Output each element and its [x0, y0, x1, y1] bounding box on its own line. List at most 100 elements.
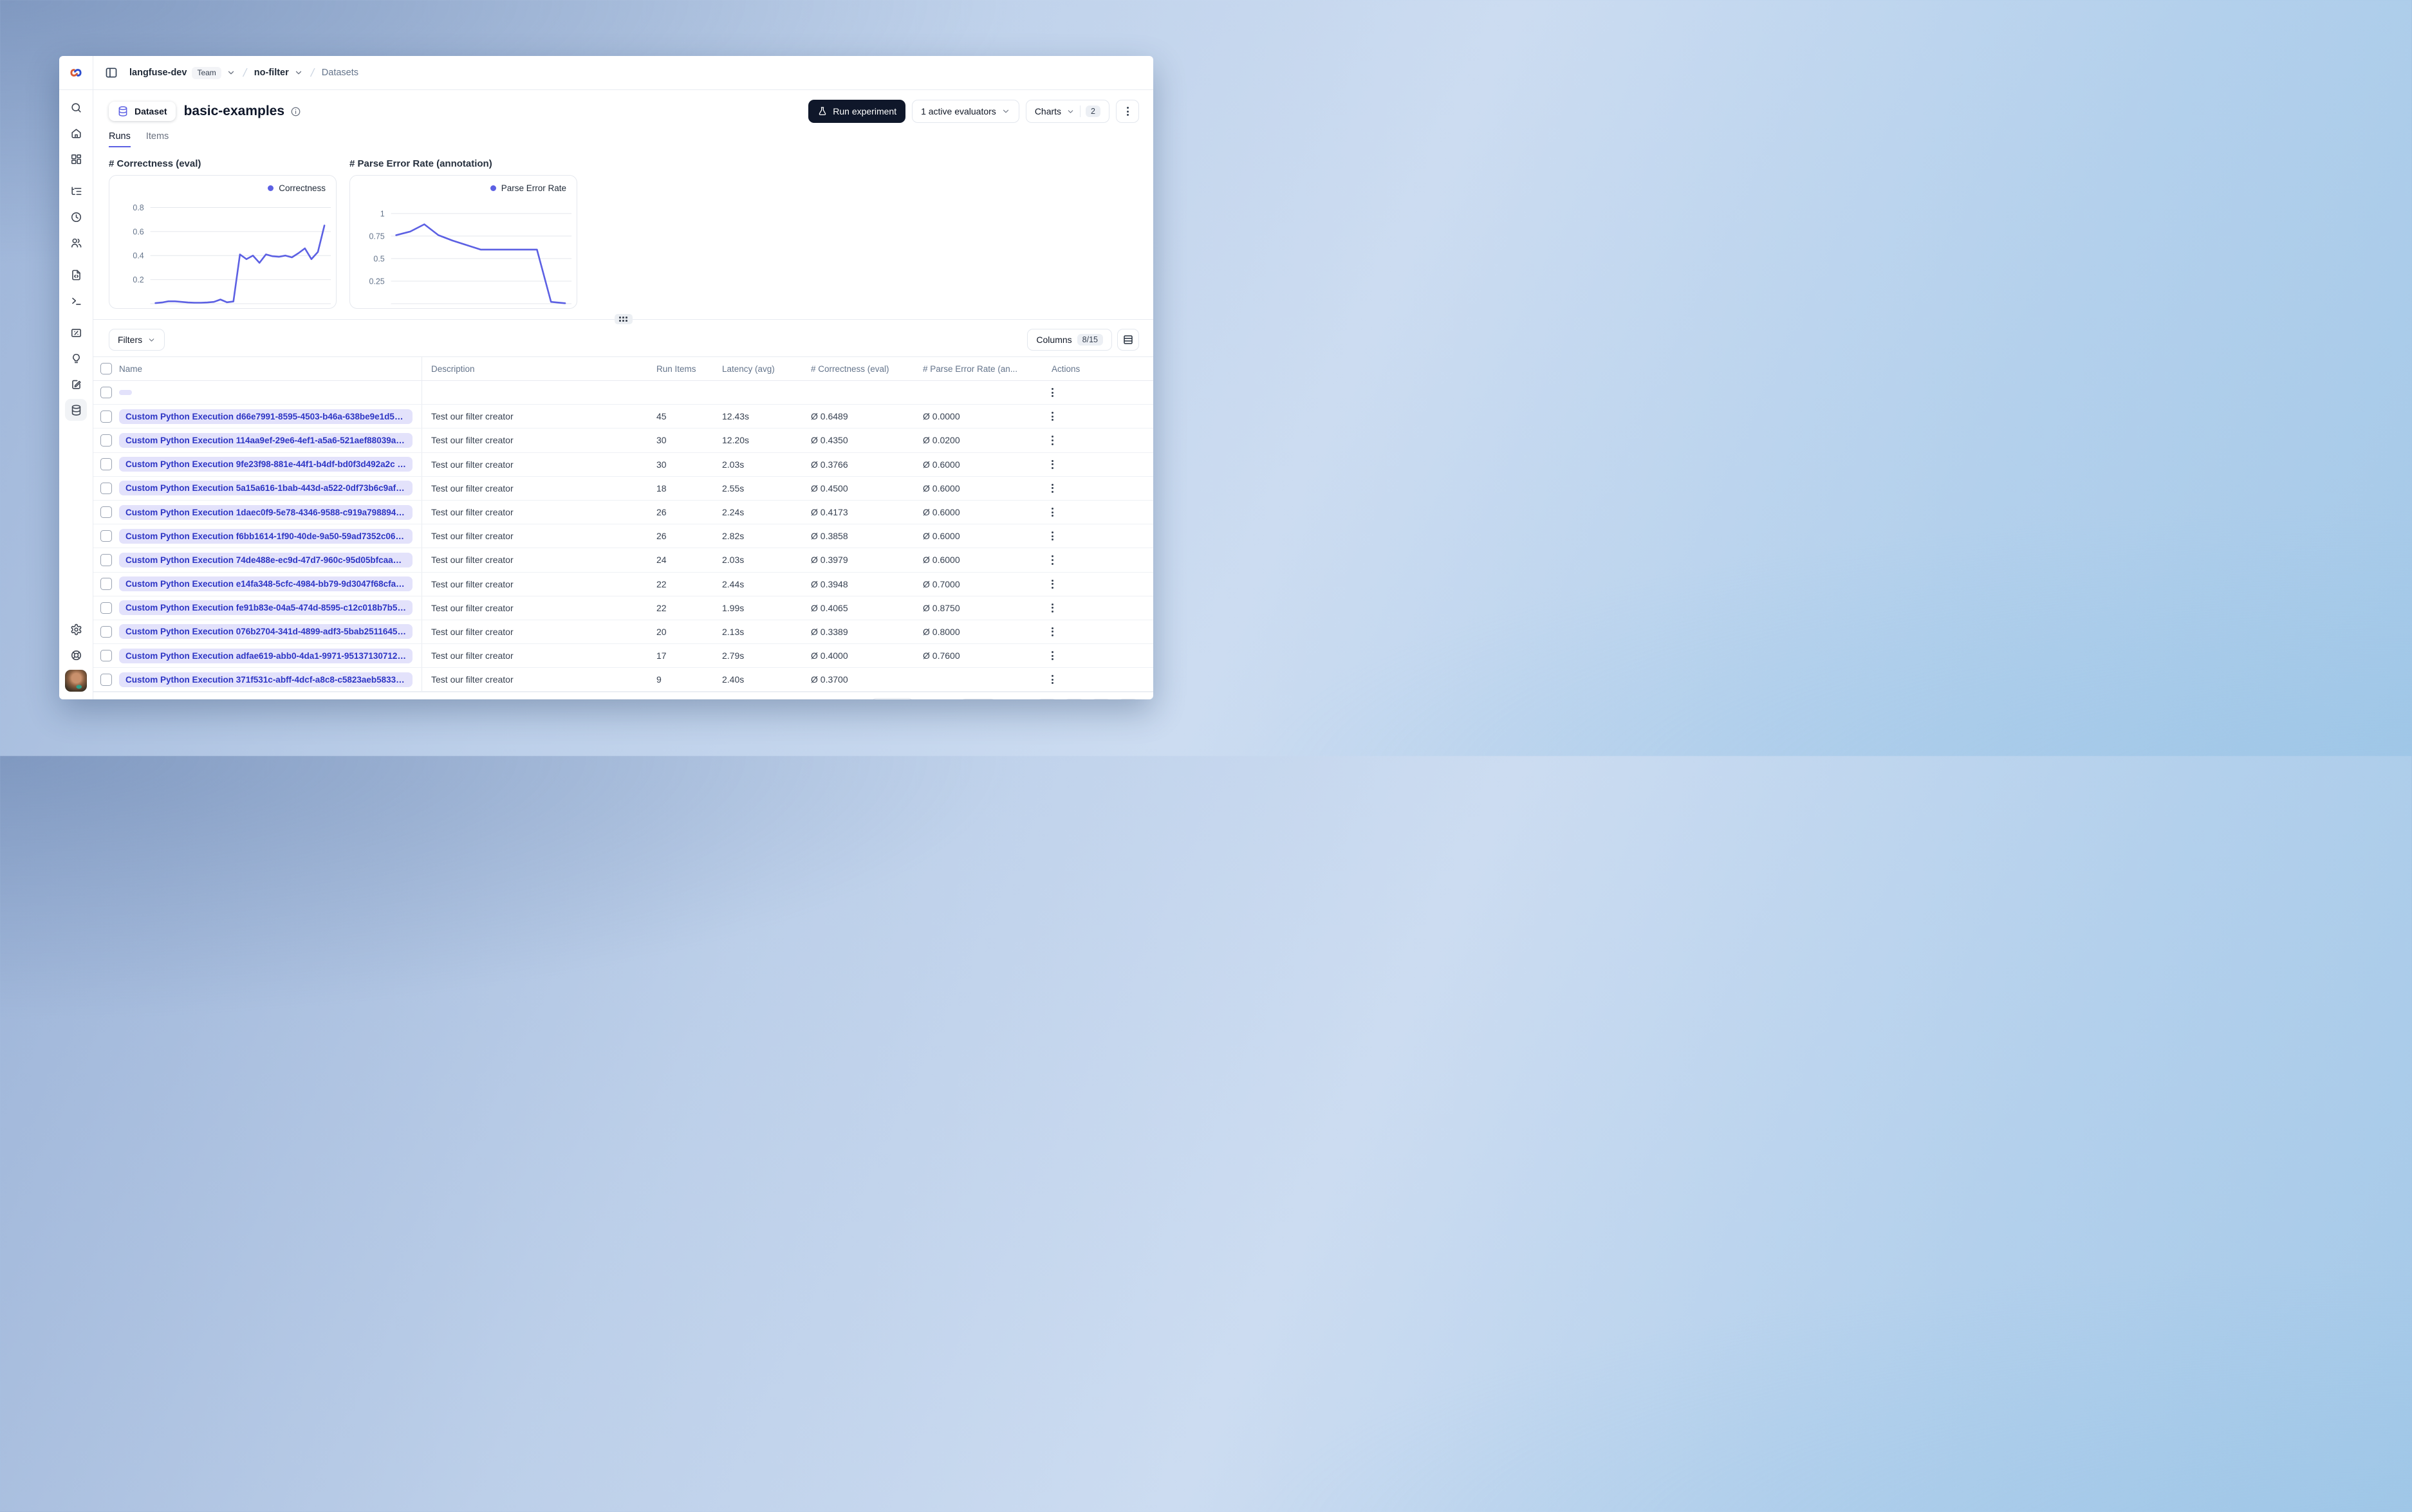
- datasets-database-icon[interactable]: [65, 399, 87, 421]
- row-checkbox[interactable]: [100, 625, 113, 638]
- row-actions-kebab-icon[interactable]: [1052, 483, 1053, 493]
- run-name-link[interactable]: Custom Python Execution d66e7991-8595-45…: [119, 409, 413, 424]
- row-actions-kebab-icon[interactable]: [1052, 651, 1053, 661]
- run-name-link[interactable]: Custom Python Execution 114aa9ef-29e6-4e…: [119, 432, 413, 448]
- page-title: basic-examples: [183, 104, 285, 118]
- parse-error-chart-block: # Parse Error Rate (annotation) 0.25 0.5 0…: [349, 158, 577, 309]
- active-evaluators-button[interactable]: 1 active evaluators: [912, 100, 1019, 123]
- support-lifebuoy-icon[interactable]: [65, 644, 87, 666]
- column-header-run-items[interactable]: Run Items: [654, 364, 720, 374]
- user-avatar[interactable]: [65, 670, 87, 692]
- annotation-icon[interactable]: [65, 373, 87, 395]
- dashboard-icon[interactable]: [65, 148, 87, 170]
- row-checkbox[interactable]: [100, 386, 113, 399]
- info-icon[interactable]: [290, 106, 301, 117]
- parse-error-value: Ø 0.8750: [923, 602, 960, 613]
- run-name-link[interactable]: Custom Python Execution 1daec0f9-5e78-43…: [119, 504, 413, 520]
- row-actions-kebab-icon[interactable]: [1052, 603, 1053, 613]
- run-description: Test our filter creator: [431, 459, 514, 470]
- table-toolbar: Filters Columns 8/15: [93, 324, 1153, 356]
- run-name-link[interactable]: Custom Python Execution fe91b83e-04a5-47…: [119, 600, 413, 616]
- row-actions-kebab-icon[interactable]: [1052, 388, 1053, 398]
- evaluation-icon[interactable]: [65, 322, 87, 344]
- run-name-link[interactable]: Custom Python Execution e14fa348-5cfc-49…: [119, 576, 413, 592]
- sessions-clock-icon[interactable]: [65, 206, 87, 228]
- column-header-description[interactable]: Description: [422, 364, 654, 374]
- row-checkbox[interactable]: [100, 649, 113, 662]
- breadcrumb-section[interactable]: Datasets: [322, 68, 358, 78]
- row-checkbox[interactable]: [100, 458, 113, 470]
- row-checkbox[interactable]: [100, 554, 113, 566]
- project-switcher[interactable]: no-filter: [254, 68, 303, 78]
- table-row: Custom Python Execution d66e7991-8595-45…: [93, 405, 1153, 429]
- column-header-correctness[interactable]: # Correctness (eval): [809, 364, 921, 374]
- run-name-link[interactable]: Custom Python Execution 9fe23f98-881e-44…: [119, 457, 413, 472]
- run-items-value: 26: [656, 531, 667, 542]
- latency-value: 2.03s: [722, 459, 745, 470]
- row-checkbox[interactable]: [100, 530, 113, 542]
- filters-button[interactable]: Filters: [109, 329, 165, 351]
- tracing-icon[interactable]: [65, 180, 87, 202]
- row-checkbox[interactable]: [100, 578, 113, 590]
- row-checkbox[interactable]: [100, 674, 113, 686]
- resize-handle[interactable]: [614, 314, 633, 324]
- row-checkbox[interactable]: [100, 602, 113, 614]
- rows-per-page-select[interactable]: 50: [871, 698, 914, 699]
- select-all-checkbox[interactable]: [100, 362, 113, 375]
- row-height-button[interactable]: [1117, 329, 1139, 351]
- row-actions-kebab-icon[interactable]: [1052, 675, 1053, 685]
- row-actions-kebab-icon[interactable]: [1052, 579, 1053, 589]
- tab-runs[interactable]: Runs: [109, 131, 131, 147]
- latency-value: 2.03s: [722, 555, 745, 566]
- column-header-latency[interactable]: Latency (avg): [720, 364, 809, 374]
- table-row: [93, 381, 1153, 405]
- run-name-link[interactable]: Custom Python Execution 5a15a616-1bab-44…: [119, 481, 413, 496]
- search-icon[interactable]: [65, 97, 87, 118]
- run-description: Test our filter creator: [431, 507, 514, 518]
- row-actions-kebab-icon[interactable]: [1052, 531, 1053, 541]
- row-checkbox[interactable]: [100, 506, 113, 519]
- correctness-value: Ø 0.3979: [811, 555, 848, 566]
- row-actions-kebab-icon[interactable]: [1052, 507, 1053, 517]
- home-icon[interactable]: [65, 122, 87, 144]
- row-actions-kebab-icon[interactable]: [1052, 459, 1053, 469]
- row-checkbox[interactable]: [100, 482, 113, 495]
- run-name-link[interactable]: Custom Python Execution 076b2704-341d-48…: [119, 624, 413, 640]
- row-checkbox[interactable]: [100, 434, 113, 447]
- more-actions-button[interactable]: [1116, 100, 1139, 123]
- column-header-parse-error[interactable]: # Parse Error Rate (an...: [921, 364, 1037, 374]
- parse-error-value: Ø 0.6000: [923, 459, 960, 470]
- users-icon[interactable]: [65, 232, 87, 254]
- charts-toggle-button[interactable]: Charts 2: [1025, 100, 1109, 123]
- prompts-file-code-icon[interactable]: [65, 264, 87, 286]
- settings-gear-icon[interactable]: [65, 618, 87, 640]
- langfuse-logo[interactable]: [59, 56, 93, 89]
- row-actions-kebab-icon[interactable]: [1052, 627, 1053, 637]
- row-actions-kebab-icon[interactable]: [1052, 555, 1053, 565]
- column-header-name[interactable]: Name: [119, 357, 422, 380]
- run-name-link[interactable]: [119, 390, 132, 396]
- tab-items[interactable]: Items: [146, 131, 169, 147]
- org-switcher[interactable]: langfuse-dev Team: [129, 66, 236, 79]
- correctness-value: Ø 0.3389: [811, 626, 848, 637]
- playground-terminal-icon[interactable]: [65, 290, 87, 311]
- run-name-link[interactable]: Custom Python Execution 371f531c-abff-4d…: [119, 672, 413, 687]
- latency-value: 2.55s: [722, 483, 745, 493]
- columns-button[interactable]: Columns 8/15: [1027, 329, 1112, 351]
- correctness-value: Ø 0.3858: [811, 531, 848, 542]
- row-actions-kebab-icon[interactable]: [1052, 412, 1053, 421]
- table-row: Custom Python Execution 74de488e-ec9d-47…: [93, 548, 1153, 573]
- row-checkbox[interactable]: [100, 410, 113, 423]
- run-name-link[interactable]: Custom Python Execution 74de488e-ec9d-47…: [119, 552, 413, 567]
- run-name-link[interactable]: Custom Python Execution adfae619-abb0-4d…: [119, 648, 413, 663]
- run-name-link[interactable]: Custom Python Execution f6bb1614-1f90-40…: [119, 528, 413, 544]
- table-row: Custom Python Execution f6bb1614-1f90-40…: [93, 524, 1153, 549]
- org-name: langfuse-dev: [129, 68, 187, 78]
- run-experiment-button[interactable]: Run experiment: [808, 100, 906, 123]
- table-row: Custom Python Execution 114aa9ef-29e6-4e…: [93, 429, 1153, 453]
- sidebar-collapse-icon[interactable]: [105, 66, 118, 79]
- run-experiment-label: Run experiment: [833, 106, 897, 116]
- row-actions-kebab-icon[interactable]: [1052, 436, 1053, 445]
- columns-count-badge: 8/15: [1077, 334, 1103, 346]
- suggestions-bulb-icon[interactable]: [65, 347, 87, 369]
